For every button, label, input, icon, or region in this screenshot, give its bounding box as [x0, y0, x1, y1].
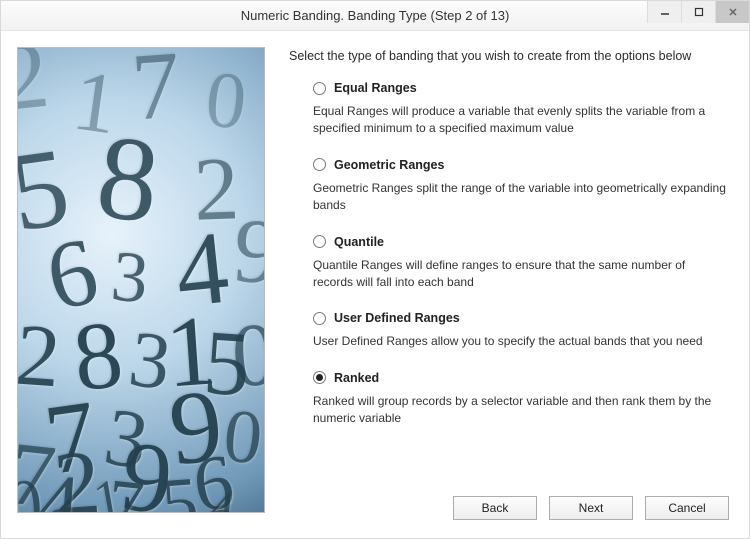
option-label: User Defined Ranges	[334, 311, 460, 325]
option-description: Geometric Ranges split the range of the …	[313, 180, 727, 215]
wizard-illustration: 2 1 7 0 5 8 2 6 3 4 9 2 8 3 1 5 0 7 3 9 …	[17, 47, 265, 513]
option-description: Quantile Ranges will define ranges to en…	[313, 257, 727, 292]
cancel-button[interactable]: Cancel	[645, 496, 729, 520]
back-button[interactable]: Back	[453, 496, 537, 520]
next-button[interactable]: Next	[549, 496, 633, 520]
maximize-button[interactable]	[681, 1, 715, 23]
radio-equal-ranges[interactable]	[313, 82, 326, 95]
banding-options: Equal Ranges Equal Ranges will produce a…	[289, 81, 733, 492]
minimize-button[interactable]	[647, 1, 681, 23]
radio-ranked[interactable]	[313, 371, 326, 384]
right-panel: Select the type of banding that you wish…	[289, 47, 733, 522]
titlebar: Numeric Banding. Banding Type (Step 2 of…	[1, 1, 749, 31]
radio-user-defined-ranges[interactable]	[313, 312, 326, 325]
wizard-footer: Back Next Cancel	[289, 492, 733, 522]
minimize-icon	[660, 7, 670, 17]
window-controls	[647, 1, 749, 23]
option-quantile[interactable]: Quantile Quantile Ranges will define ran…	[313, 235, 727, 292]
instruction-text: Select the type of banding that you wish…	[289, 49, 733, 63]
radio-geometric-ranges[interactable]	[313, 158, 326, 171]
wizard-window: Numeric Banding. Banding Type (Step 2 of…	[0, 0, 750, 539]
window-title: Numeric Banding. Banding Type (Step 2 of…	[1, 8, 749, 23]
option-label: Geometric Ranges	[334, 158, 444, 172]
option-description: Equal Ranges will produce a variable tha…	[313, 103, 727, 138]
maximize-icon	[694, 7, 704, 17]
option-description: Ranked will group records by a selector …	[313, 393, 727, 428]
option-equal-ranges[interactable]: Equal Ranges Equal Ranges will produce a…	[313, 81, 727, 138]
option-description: User Defined Ranges allow you to specify…	[313, 333, 727, 350]
radio-quantile[interactable]	[313, 235, 326, 248]
option-label: Equal Ranges	[334, 81, 417, 95]
content-area: 2 1 7 0 5 8 2 6 3 4 9 2 8 3 1 5 0 7 3 9 …	[1, 31, 749, 538]
option-geometric-ranges[interactable]: Geometric Ranges Geometric Ranges split …	[313, 158, 727, 215]
option-label: Ranked	[334, 371, 379, 385]
option-label: Quantile	[334, 235, 384, 249]
close-icon	[728, 7, 738, 17]
close-button[interactable]	[715, 1, 749, 23]
option-user-defined-ranges[interactable]: User Defined Ranges User Defined Ranges …	[313, 311, 727, 350]
option-ranked[interactable]: Ranked Ranked will group records by a se…	[313, 371, 727, 428]
